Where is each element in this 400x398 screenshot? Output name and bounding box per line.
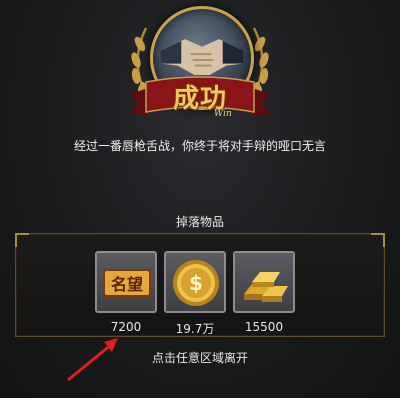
prestige-badge-text: 名望 xyxy=(111,275,143,294)
drops-heading: 掉落物品 xyxy=(175,215,224,229)
drop-item-coins[interactable]: $ xyxy=(164,251,226,313)
victory-subtitle: Win xyxy=(214,109,232,119)
gold-bars-icon xyxy=(244,272,288,302)
drop-item-gold-bars[interactable] xyxy=(233,251,295,313)
victory-emblem: 成功 Win xyxy=(118,6,282,132)
drop-item-amount: 15500 xyxy=(244,320,284,334)
drop-item-amount: 19.7万 xyxy=(175,322,215,336)
result-message: 经过一番唇枪舌战，你终于将对手辩的哑口无言 xyxy=(73,139,326,153)
prestige-icon: 名望 xyxy=(103,269,151,297)
red-arrow-icon xyxy=(67,338,118,382)
gold-coin-icon: $ xyxy=(173,260,219,306)
victory-title: 成功 xyxy=(172,84,227,114)
svg-text:$: $ xyxy=(189,271,203,295)
drop-item-prestige[interactable]: 名望 xyxy=(95,251,157,313)
